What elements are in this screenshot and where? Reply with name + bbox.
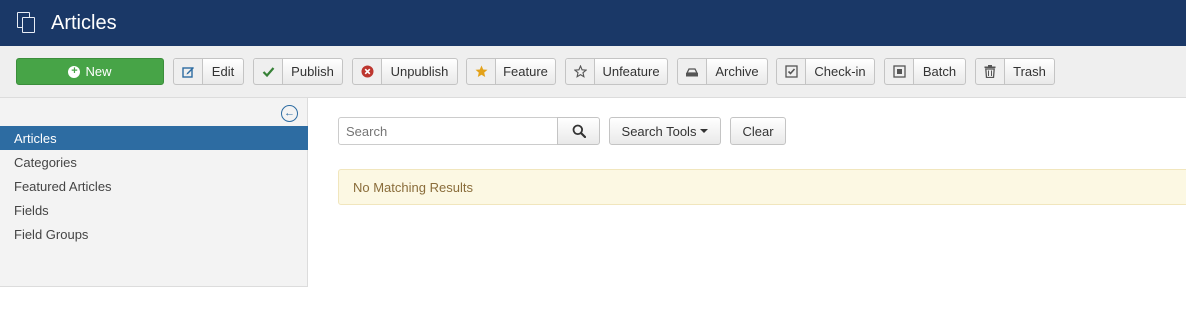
sidebar: ← Articles Categories Featured Articles …	[0, 98, 308, 287]
page-title: Articles	[51, 11, 117, 34]
checkin-button-label: Check-in	[814, 64, 866, 79]
collapse-sidebar-icon[interactable]: ←	[281, 105, 298, 122]
archive-button[interactable]: Archive	[677, 58, 768, 85]
unfeature-button-label: Unfeature	[602, 64, 660, 79]
batch-button-label: Batch	[922, 64, 957, 79]
search-tools-label: Search Tools	[621, 123, 697, 139]
toolbar: + New Edit Publish Unpublish Feature Unf…	[0, 46, 1186, 98]
edit-button-label: Edit	[211, 64, 235, 79]
sidebar-item-articles[interactable]: Articles	[0, 126, 308, 150]
page-header: Articles	[0, 0, 1186, 46]
unpublish-button-label: Unpublish	[390, 64, 449, 79]
search-input[interactable]	[338, 117, 558, 145]
publish-button[interactable]: Publish	[253, 58, 343, 85]
feature-button[interactable]: Feature	[466, 58, 556, 85]
star-empty-icon	[566, 59, 595, 84]
clear-button[interactable]: Clear	[730, 117, 786, 145]
copy-icon	[16, 12, 36, 34]
feature-button-label: Feature	[503, 64, 548, 79]
unpublish-icon	[353, 59, 382, 84]
archive-button-label: Archive	[715, 64, 759, 79]
trash-icon	[976, 59, 1005, 84]
star-icon	[467, 59, 496, 84]
batch-icon	[885, 59, 914, 84]
new-button-label: New	[85, 64, 112, 79]
batch-button[interactable]: Batch	[884, 58, 966, 85]
unpublish-button[interactable]: Unpublish	[352, 58, 458, 85]
alert-message: No Matching Results	[353, 179, 473, 195]
edit-button[interactable]: Edit	[173, 58, 244, 85]
search-tools-button[interactable]: Search Tools	[609, 117, 721, 145]
archive-icon	[678, 59, 707, 84]
new-button[interactable]: + New	[16, 58, 164, 85]
publish-button-label: Publish	[291, 64, 334, 79]
check-icon	[254, 59, 283, 84]
search-icon	[572, 124, 586, 138]
caret-down-icon	[700, 129, 709, 133]
sidebar-item-label: Featured Articles	[14, 178, 112, 194]
sidebar-item-label: Field Groups	[14, 226, 89, 242]
sidebar-item-featured-articles[interactable]: Featured Articles	[0, 174, 308, 198]
checkin-icon	[777, 59, 806, 84]
sidebar-item-fields[interactable]: Fields	[0, 198, 308, 222]
sidebar-item-categories[interactable]: Categories	[0, 150, 308, 174]
trash-button-label: Trash	[1013, 64, 1046, 79]
plus-circle-icon: +	[68, 65, 81, 78]
sidebar-item-label: Categories	[14, 154, 77, 170]
unfeature-button[interactable]: Unfeature	[565, 58, 668, 85]
clear-button-label: Clear	[742, 123, 774, 139]
no-results-alert: No Matching Results	[338, 169, 1186, 205]
sidebar-item-label: Articles	[14, 130, 57, 146]
sidebar-item-label: Fields	[14, 202, 49, 218]
trash-button[interactable]: Trash	[975, 58, 1055, 85]
edit-icon	[174, 59, 203, 84]
checkin-button[interactable]: Check-in	[776, 58, 875, 85]
search-button[interactable]	[557, 117, 600, 145]
sidebar-item-field-groups[interactable]: Field Groups	[0, 222, 308, 246]
